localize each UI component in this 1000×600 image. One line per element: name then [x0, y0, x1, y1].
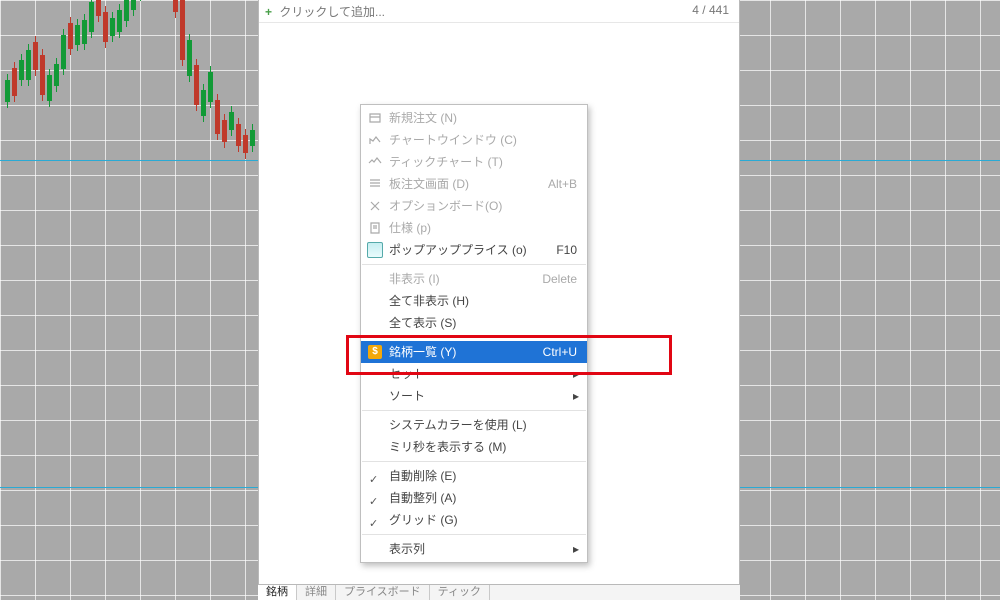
menu-item-accel: Delete — [542, 268, 577, 290]
tab-1[interactable]: 詳細 — [297, 585, 336, 600]
menu-item-label: 新規注文 (N) — [389, 107, 457, 129]
menu-item-label: ポップアッププライス (o) — [389, 239, 527, 261]
menu-item-set[interactable]: セット ▸ — [361, 363, 587, 385]
bottom-tabbar: 銘柄詳細プライスボードティック — [258, 584, 740, 600]
menu-item-label: 板注文画面 (D) — [389, 173, 469, 195]
popup-price-icon — [367, 242, 383, 258]
submenu-arrow-icon: ▸ — [573, 363, 579, 385]
menu-item-accel: Ctrl+U — [543, 341, 577, 363]
tab-0[interactable]: 銘柄 — [258, 585, 297, 600]
menu-item-autodel[interactable]: ✓自動削除 (E) — [361, 465, 587, 487]
check-icon: ✓ — [369, 513, 378, 535]
menu-separator — [362, 337, 586, 338]
menu-item-label: ミリ秒を表示する (M) — [389, 436, 506, 458]
tab-2[interactable]: プライスボード — [336, 585, 430, 600]
depth-icon — [367, 176, 383, 192]
menu-item-label: オプションボード(O) — [389, 195, 502, 217]
menu-item-label: セット — [389, 363, 425, 385]
menu-separator — [362, 534, 586, 535]
symbol-counter: 4 / 441 — [692, 3, 729, 17]
menu-item-label: 全て非表示 (H) — [389, 290, 469, 312]
submenu-arrow-icon: ▸ — [573, 538, 579, 560]
add-symbol-placeholder: クリックして追加... — [279, 5, 385, 19]
opt-icon — [367, 198, 383, 214]
menu-item-popup-price[interactable]: ポップアッププライス (o) F10 — [361, 239, 587, 261]
menu-item-chart-window: チャートウインドウ (C) — [361, 129, 587, 151]
order-icon — [367, 110, 383, 126]
menu-item-tick-chart: ティックチャート (T) — [361, 151, 587, 173]
menu-item-new-order: 新規注文 (N) — [361, 107, 587, 129]
menu-separator — [362, 410, 586, 411]
menu-item-hide: 非表示 (I) Delete — [361, 268, 587, 290]
menu-item-label: システムカラーを使用 (L) — [389, 414, 527, 436]
menu-item-accel: F10 — [556, 239, 577, 261]
menu-item-label: 仕様 (p) — [389, 217, 431, 239]
menu-item-show-all[interactable]: 全て表示 (S) — [361, 312, 587, 334]
menu-item-label: ティックチャート (T) — [389, 151, 503, 173]
menu-item-label: 表示列 — [389, 538, 425, 560]
menu-item-symbols[interactable]: $ 銘柄一覧 (Y) Ctrl+U — [361, 341, 587, 363]
menu-item-label: 自動整列 (A) — [389, 487, 456, 509]
plus-icon: + — [265, 5, 272, 19]
menu-item-grid[interactable]: ✓グリッド (G) — [361, 509, 587, 531]
tick-icon — [367, 154, 383, 170]
menu-item-depth: 板注文画面 (D) Alt+B — [361, 173, 587, 195]
menu-item-autoalign[interactable]: ✓自動整列 (A) — [361, 487, 587, 509]
menu-item-label: 非表示 (I) — [389, 268, 440, 290]
menu-item-columns[interactable]: 表示列 ▸ — [361, 538, 587, 560]
menu-item-label: 銘柄一覧 (Y) — [389, 341, 456, 363]
menu-item-option-board: オプションボード(O) — [361, 195, 587, 217]
chart-icon — [367, 132, 383, 148]
menu-item-syscolor[interactable]: システムカラーを使用 (L) — [361, 414, 587, 436]
menu-separator — [362, 461, 586, 462]
submenu-arrow-icon: ▸ — [573, 385, 579, 407]
dollar-icon: $ — [367, 344, 383, 360]
menu-item-accel: Alt+B — [548, 173, 577, 195]
menu-item-label: チャートウインドウ (C) — [389, 129, 517, 151]
menu-item-sort[interactable]: ソート ▸ — [361, 385, 587, 407]
context-menu: 新規注文 (N)チャートウインドウ (C)ティックチャート (T)板注文画面 (… — [360, 104, 588, 563]
add-symbol-input[interactable]: + クリックして追加... — [265, 3, 385, 20]
menu-item-label: 全て表示 (S) — [389, 312, 456, 334]
menu-item-showms[interactable]: ミリ秒を表示する (M) — [361, 436, 587, 458]
tab-3[interactable]: ティック — [430, 585, 490, 600]
menu-item-spec: 仕様 (p) — [361, 217, 587, 239]
spec-icon — [367, 220, 383, 236]
menu-item-hide-all[interactable]: 全て非表示 (H) — [361, 290, 587, 312]
watchlist-header: + クリックして追加... 4 / 441 — [259, 0, 739, 23]
menu-separator — [362, 264, 586, 265]
menu-item-label: 自動削除 (E) — [389, 465, 456, 487]
menu-item-label: グリッド (G) — [389, 509, 458, 531]
menu-item-label: ソート — [389, 385, 425, 407]
